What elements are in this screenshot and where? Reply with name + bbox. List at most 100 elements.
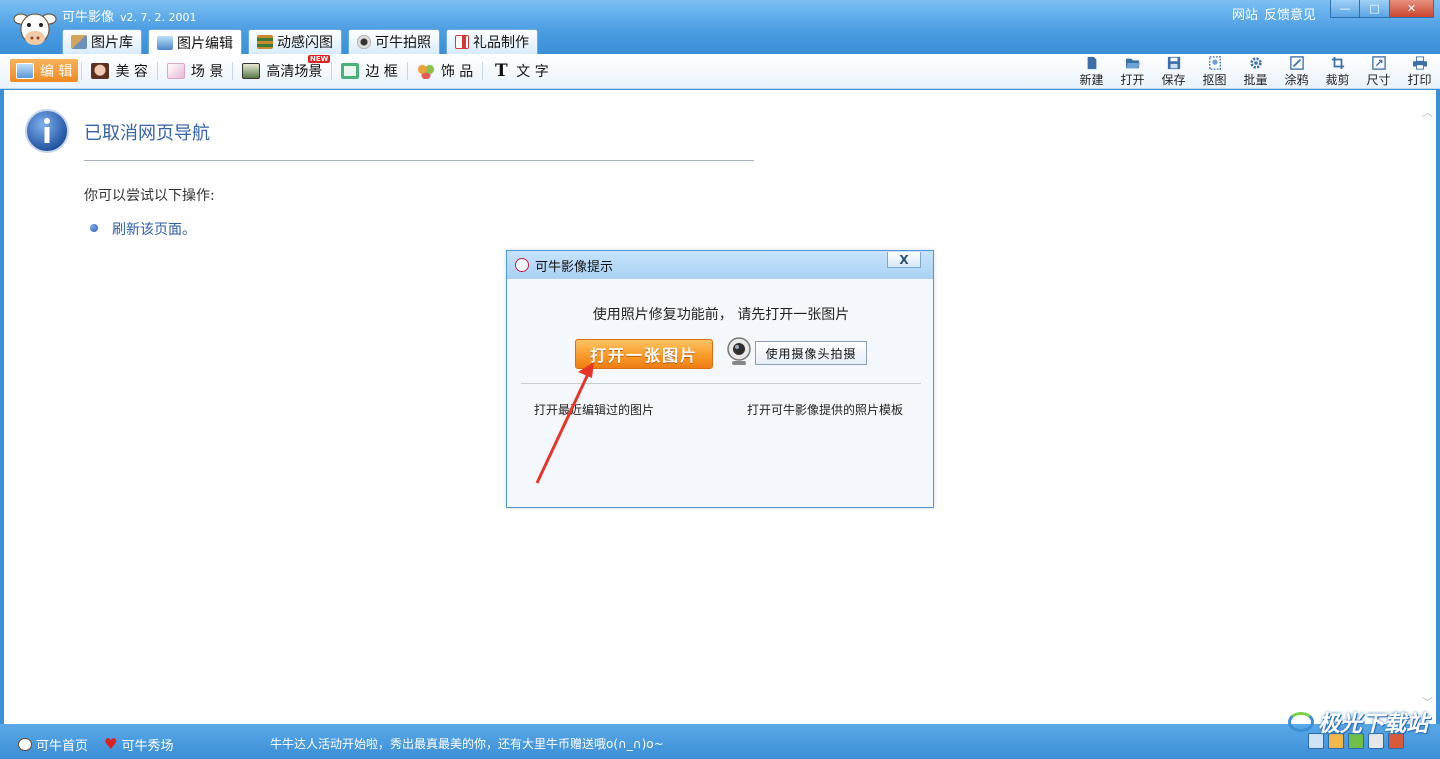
right-tools: 新建 打开 保存 抠图 批量 涂鸦 裁剪 尺寸 打印 bbox=[1071, 56, 1440, 88]
resize-icon bbox=[1371, 56, 1386, 70]
face-icon bbox=[91, 62, 110, 79]
minimize-button[interactable]: — bbox=[1330, 0, 1360, 18]
new-file-icon bbox=[1087, 56, 1096, 70]
status-label: 可牛首页 bbox=[36, 739, 89, 754]
scrollbar[interactable]: ︿ ﹀ bbox=[1419, 90, 1436, 724]
text-icon: T bbox=[494, 60, 508, 81]
app-title: 可牛影像 v2. 7. 2. 2001 bbox=[62, 6, 197, 25]
subtool-edit[interactable]: 编 辑 bbox=[10, 59, 79, 82]
sub-tools: 编 辑 美 容 场 景 高清场景 NEW 边 框 饰 品 T 文 字 bbox=[10, 55, 555, 82]
subtool-accessory[interactable]: 饰 品 bbox=[411, 59, 479, 82]
info-icon bbox=[25, 109, 69, 153]
status-bar: 可牛首页 ♥ 可牛秀场 牛牛达人活动开始啦，秀出最真最美的你，还有大里牛币赠送哦… bbox=[0, 724, 1440, 759]
crop-button[interactable]: 裁剪 bbox=[1317, 56, 1358, 88]
dialog-header: 可牛影像提示 bbox=[507, 251, 933, 279]
divider bbox=[84, 160, 754, 161]
subtool-label: 高清场景 bbox=[266, 63, 323, 80]
webcam-icon bbox=[357, 35, 371, 49]
open-button[interactable]: 打开 bbox=[1112, 56, 1153, 88]
watermark-logo-icon bbox=[1287, 712, 1314, 732]
subtool-label: 美 容 bbox=[115, 63, 148, 80]
tab-label: 图片编辑 bbox=[177, 35, 233, 52]
refresh-link[interactable]: 刷新该页面。 bbox=[112, 219, 196, 239]
scroll-down-icon[interactable]: ﹀ bbox=[1422, 694, 1433, 709]
batch-button[interactable]: 批量 bbox=[1235, 56, 1276, 88]
app-version: v2. 7. 2. 2001 bbox=[120, 11, 197, 24]
status-message: 牛牛达人活动开始啦，秀出最真最美的你，还有大里牛币赠送哦o(∩_∩)o~ bbox=[270, 737, 664, 751]
tool-label: 涂鸦 bbox=[1284, 73, 1309, 87]
crop-icon bbox=[1331, 56, 1344, 70]
divider bbox=[156, 61, 158, 80]
home-link[interactable]: 可牛首页 bbox=[18, 735, 88, 754]
open-image-button[interactable]: 打开一张图片 bbox=[575, 339, 713, 369]
title-bar: 可牛影像 v2. 7. 2. 2001 网站 反馈意见 — □ ✕ 图片库 图片编辑… bbox=[0, 0, 1440, 55]
window-controls: — □ ✕ bbox=[1330, 0, 1434, 18]
show-link[interactable]: ♥ 可牛秀场 bbox=[104, 735, 173, 755]
new-badge: NEW bbox=[307, 55, 331, 63]
watermark: 极光下载站 bbox=[1287, 706, 1428, 738]
tool-row: 编 辑 美 容 场 景 高清场景 NEW 边 框 饰 品 T 文 字 新建 打开… bbox=[0, 54, 1440, 89]
subtool-frame[interactable]: 边 框 bbox=[335, 59, 403, 82]
film-icon bbox=[257, 35, 273, 49]
cutout-icon bbox=[1208, 56, 1221, 70]
heart-icon: ♥ bbox=[104, 735, 118, 753]
tool-label: 打印 bbox=[1407, 73, 1432, 87]
subtool-label: 饰 品 bbox=[440, 63, 474, 80]
divider bbox=[521, 383, 921, 384]
doodle-icon bbox=[1289, 56, 1304, 70]
accessory-icon bbox=[416, 62, 435, 79]
feedback-link[interactable]: 反馈意见 bbox=[1264, 8, 1316, 23]
new-button[interactable]: 新建 bbox=[1071, 56, 1112, 88]
subtool-label: 文 字 bbox=[516, 63, 549, 80]
doodle-button[interactable]: 涂鸦 bbox=[1276, 56, 1317, 88]
folder-open-icon bbox=[1125, 58, 1140, 69]
tool-label: 保存 bbox=[1161, 73, 1186, 87]
save-icon bbox=[1167, 56, 1180, 70]
recent-images-link[interactable]: 打开最近编辑过的图片 bbox=[534, 401, 654, 418]
page-title: 已取消网页导航 bbox=[84, 123, 210, 144]
resize-button[interactable]: 尺寸 bbox=[1358, 56, 1399, 88]
tab-gallery[interactable]: 图片库 bbox=[62, 29, 142, 54]
main-tabs: 图片库 图片编辑 动感闪图 可牛拍照 礼品制作 bbox=[62, 29, 538, 55]
tab-label: 礼品制作 bbox=[473, 35, 529, 51]
cow-small-icon bbox=[18, 738, 32, 751]
app-name: 可牛影像 bbox=[62, 10, 115, 25]
top-links: 网站 反馈意见 bbox=[1226, 4, 1316, 23]
dialog-message: 使用照片修复功能前， 请先打开一张图片 bbox=[592, 307, 850, 323]
print-icon bbox=[1412, 56, 1427, 70]
divider bbox=[331, 61, 333, 80]
tab-flash[interactable]: 动感闪图 bbox=[248, 29, 342, 54]
use-camera-button[interactable]: 使用摄像头拍摄 bbox=[755, 341, 867, 365]
scroll-up-icon[interactable]: ︿ bbox=[1422, 104, 1433, 119]
tab-gift[interactable]: 礼品制作 bbox=[446, 29, 538, 54]
close-button[interactable]: ✕ bbox=[1390, 0, 1434, 18]
frame-icon bbox=[341, 62, 360, 79]
tab-label: 动感闪图 bbox=[277, 35, 333, 51]
watermark-text: 极光下载站 bbox=[1317, 712, 1428, 737]
subtool-label: 编 辑 bbox=[40, 63, 73, 80]
subtool-beauty[interactable]: 美 容 bbox=[85, 59, 153, 82]
tool-label: 尺寸 bbox=[1366, 73, 1391, 87]
cow-logo-icon bbox=[13, 13, 57, 45]
cutout-button[interactable]: 抠图 bbox=[1194, 56, 1235, 88]
maximize-button[interactable]: □ bbox=[1360, 0, 1390, 18]
subtool-hd-scene[interactable]: 高清场景 NEW bbox=[236, 55, 331, 82]
webcam-icon bbox=[727, 337, 751, 365]
prompt-dialog: 可牛影像提示 X 使用照片修复功能前， 请先打开一张图片 打开一张图片 使用摄像… bbox=[506, 250, 934, 508]
tab-image-edit[interactable]: 图片编辑 bbox=[148, 29, 242, 55]
dialog-close-button[interactable]: X bbox=[887, 252, 921, 268]
print-button[interactable]: 打印 bbox=[1399, 56, 1440, 88]
hd-scene-icon bbox=[242, 62, 261, 79]
image-edit-icon bbox=[157, 35, 173, 50]
tab-label: 可牛拍照 bbox=[375, 35, 431, 51]
subtool-text[interactable]: T 文 字 bbox=[486, 59, 554, 82]
tool-label: 打开 bbox=[1120, 73, 1145, 87]
website-link[interactable]: 网站 bbox=[1232, 8, 1258, 23]
batch-icon bbox=[1249, 57, 1262, 69]
templates-link[interactable]: 打开可牛影像提供的照片模板 bbox=[747, 401, 903, 418]
dialog-title: 可牛影像提示 bbox=[535, 259, 614, 275]
edit-icon bbox=[16, 62, 34, 79]
tab-camera[interactable]: 可牛拍照 bbox=[348, 29, 440, 54]
save-button[interactable]: 保存 bbox=[1153, 56, 1194, 88]
subtool-scene[interactable]: 场 景 bbox=[161, 59, 229, 82]
